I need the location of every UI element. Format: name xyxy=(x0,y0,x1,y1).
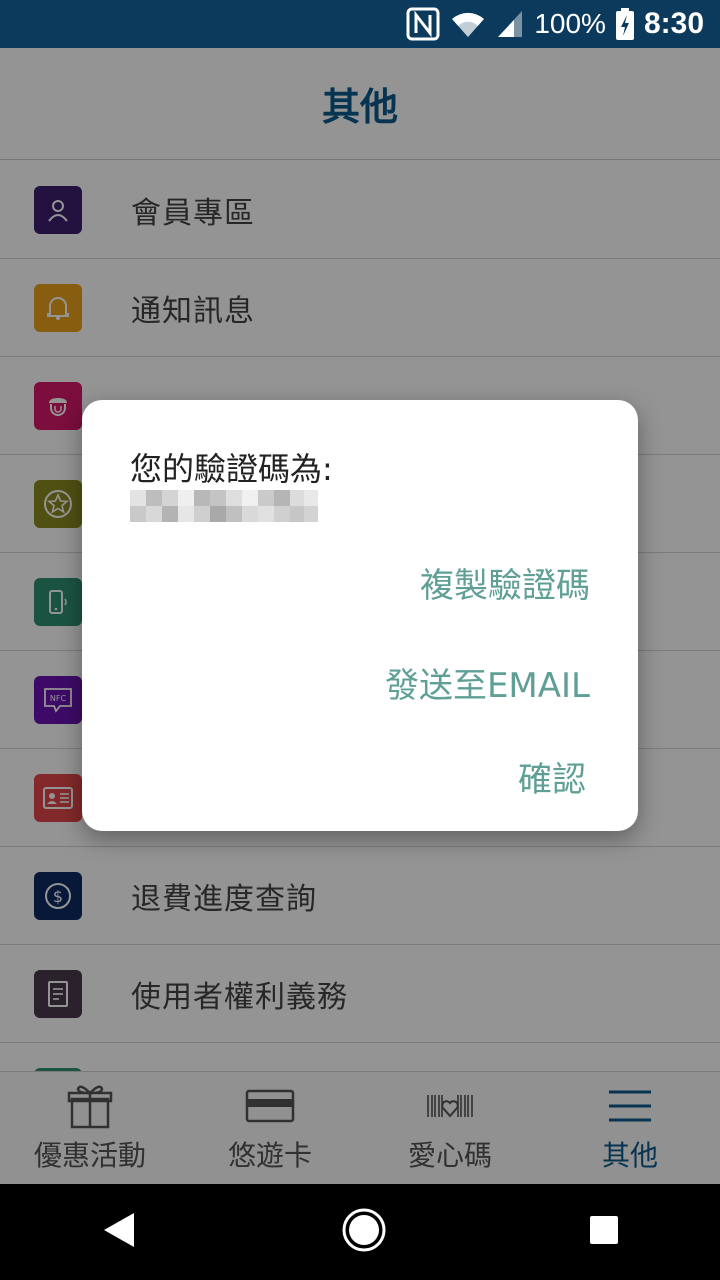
dialog-title: 您的驗證碼為: xyxy=(130,450,333,488)
signal-icon xyxy=(496,9,524,39)
nfc-status-icon xyxy=(406,7,440,41)
confirm-button[interactable]: 確認 xyxy=(518,752,586,801)
battery-percent: 100% xyxy=(534,8,606,39)
system-nav-bar xyxy=(0,1184,720,1280)
verification-code-pixelated xyxy=(130,490,318,522)
recents-icon[interactable] xyxy=(588,1214,620,1250)
copy-code-button[interactable]: 複製驗證碼 xyxy=(420,558,590,607)
verification-code-dialog: 您的驗證碼為: 複製驗證碼 發送至EMAIL 確認 xyxy=(82,400,638,831)
send-email-button[interactable]: 發送至EMAIL xyxy=(385,658,590,707)
status-bar: 100% 8:30 xyxy=(0,0,720,48)
home-icon[interactable] xyxy=(341,1207,387,1257)
clock: 8:30 xyxy=(643,7,704,40)
wifi-icon xyxy=(450,9,486,39)
battery-charging-icon xyxy=(615,8,634,40)
back-icon[interactable] xyxy=(100,1210,140,1254)
